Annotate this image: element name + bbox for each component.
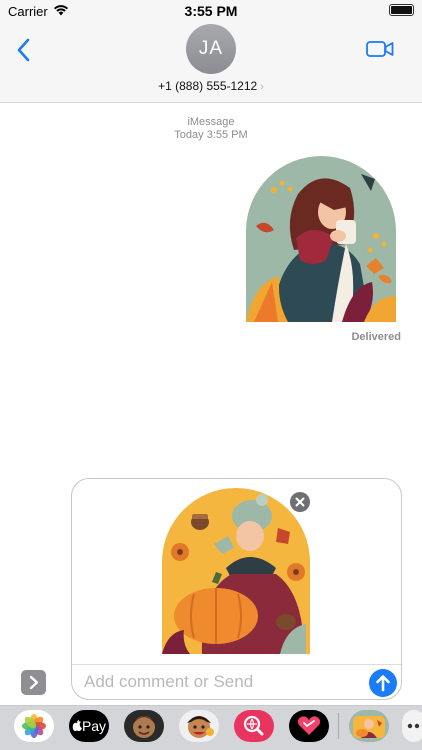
avatar-initials: JA (198, 38, 224, 59)
battery-icon (389, 4, 414, 16)
service-label: iMessage (187, 116, 235, 128)
chevron-right-icon: › (260, 81, 264, 93)
animoji-app-icon[interactable] (179, 710, 219, 742)
timestamp-day: Today (174, 129, 204, 141)
comment-input[interactable] (84, 669, 360, 695)
apple-pay-app[interactable]: Pay (69, 710, 109, 742)
back-chevron-icon[interactable] (14, 37, 34, 63)
contact-phone: +1 (888) 555-1212 (158, 79, 258, 93)
remove-attachment-icon[interactable] (290, 492, 310, 512)
contact-name-button[interactable]: +1 (888) 555-1212 › (0, 79, 422, 93)
more-apps-icon[interactable] (402, 710, 422, 742)
apple-pay-label: Pay (81, 718, 107, 734)
photos-app-icon[interactable] (14, 710, 54, 742)
conversation-header: Carrier 3:55 PM JA +1 (888) 555-1212 › (0, 0, 422, 103)
digital-touch-app-icon[interactable] (289, 710, 329, 742)
memoji-app-icon[interactable] (124, 710, 164, 742)
app-drawer-chevron-icon[interactable] (21, 670, 46, 695)
composer-divider (72, 664, 401, 665)
attached-sticker-autumn-boy[interactable] (162, 488, 310, 654)
facetime-video-icon[interactable] (366, 40, 394, 58)
web-search-app-icon[interactable] (234, 710, 274, 742)
status-bar: Carrier 3:55 PM (0, 0, 422, 22)
clock: 3:55 PM (184, 3, 238, 19)
thread-timestamp: iMessage Today 3:55 PM (0, 116, 422, 142)
app-strip-separator (338, 713, 339, 739)
timestamp-time: 3:55 PM (206, 129, 248, 141)
sent-sticker-autumn-girl[interactable] (246, 156, 396, 322)
send-arrow-icon[interactable] (369, 669, 397, 697)
sticker-pack-app-icon[interactable] (349, 710, 389, 742)
apple-logo-icon (72, 720, 82, 731)
delivery-status: Delivered (351, 331, 401, 343)
contact-avatar[interactable]: JA (186, 24, 236, 74)
